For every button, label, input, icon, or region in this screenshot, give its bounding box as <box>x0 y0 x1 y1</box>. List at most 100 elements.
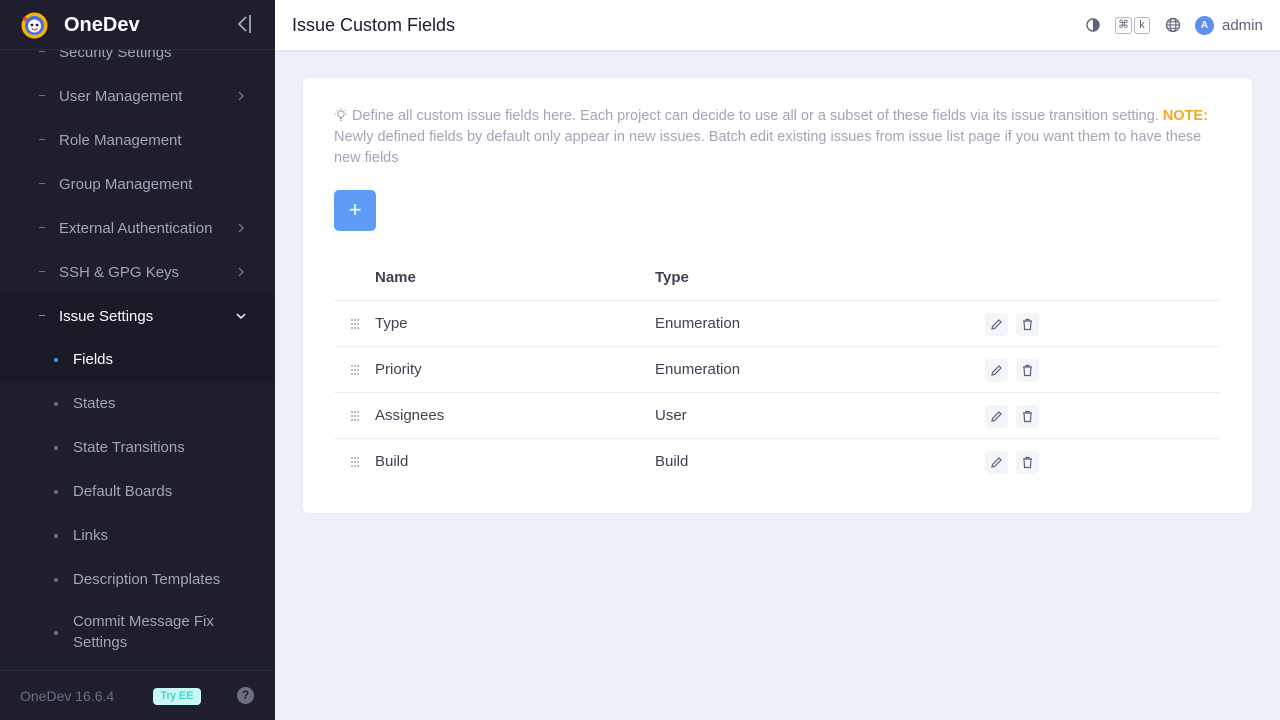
fields-card: Define all custom issue fields here. Eac… <box>303 78 1252 513</box>
sidebar-subitem-state-transitions[interactable]: State Transitions <box>0 426 275 470</box>
tip-note: NOTE: <box>1162 108 1208 124</box>
sidebar-subitem-label: Links <box>73 527 109 544</box>
field-type: Enumeration <box>655 361 741 378</box>
bullet-dot-icon <box>54 358 58 362</box>
pencil-icon <box>991 365 1002 376</box>
sidebar: OneDev Security Settings User Management… <box>0 0 275 720</box>
sidebar-subitem-default-boards[interactable]: Default Boards <box>0 470 275 514</box>
delete-button[interactable] <box>1016 359 1039 382</box>
pencil-icon <box>991 411 1002 422</box>
sidebar-subitem-description-templates[interactable]: Description Templates <box>0 558 275 602</box>
bullet-dash-icon <box>39 95 45 96</box>
collapse-sidebar-icon[interactable] <box>234 13 254 35</box>
edit-button[interactable] <box>985 313 1008 336</box>
sidebar-item-ssh-gpg-keys[interactable]: SSH & GPG Keys <box>0 250 275 294</box>
edit-button[interactable] <box>985 359 1008 382</box>
sidebar-subitem-label: Description Templates <box>73 571 221 588</box>
add-field-button[interactable]: + <box>334 190 376 231</box>
bullet-dot-icon <box>54 534 58 538</box>
tip-rest: Newly defined fields by default only app… <box>334 129 1202 166</box>
sidebar-subitem-label: State Transitions <box>73 439 185 456</box>
table-row: Type Enumeration <box>334 301 1220 347</box>
sidebar-subitem-label: States <box>73 395 116 412</box>
sidebar-subitem-label: Default Boards <box>73 483 173 500</box>
try-ee-badge[interactable]: Try EE <box>153 688 201 705</box>
sidebar-subitem-states[interactable]: States <box>0 382 275 426</box>
trash-icon <box>1023 364 1032 377</box>
bullet-dot-icon <box>54 490 58 494</box>
fields-table: Name Type Type Enumeration Priority Enum… <box>334 254 1220 485</box>
edit-button[interactable] <box>985 451 1008 474</box>
field-name[interactable]: Type <box>375 315 408 332</box>
chevron-down-icon <box>236 313 246 320</box>
sidebar-item-external-authentication[interactable]: External Authentication <box>0 206 275 250</box>
sidebar-item-label: Group Management <box>59 175 193 193</box>
help-tip: Define all custom issue fields here. Eac… <box>334 106 1219 169</box>
pencil-icon <box>991 457 1002 468</box>
bullet-dot-icon <box>54 578 58 582</box>
sidebar-footer: OneDev 16.6.4 Try EE ? <box>0 670 275 720</box>
shortcut-cmd-key[interactable]: ⌘ <box>1115 17 1132 34</box>
field-type: Enumeration <box>655 315 741 332</box>
sidebar-item-role-management[interactable]: Role Management <box>0 118 275 162</box>
bullet-dash-icon <box>39 183 45 184</box>
drag-handle-icon[interactable] <box>350 410 360 422</box>
sidebar-item-label: User Management <box>59 87 183 105</box>
field-name[interactable]: Priority <box>375 361 422 378</box>
chevron-right-icon <box>238 223 245 233</box>
sidebar-item-issue-settings[interactable]: Issue Settings <box>0 294 275 338</box>
drag-handle-icon[interactable] <box>350 318 360 330</box>
delete-button[interactable] <box>1016 451 1039 474</box>
field-name[interactable]: Build <box>375 453 408 470</box>
sidebar-item-group-management[interactable]: Group Management <box>0 162 275 206</box>
drag-handle-icon[interactable] <box>350 364 360 376</box>
bullet-dash-icon <box>39 271 45 272</box>
table-row: Assignees User <box>334 393 1220 439</box>
field-type: Build <box>655 453 689 470</box>
table-row: Priority Enumeration <box>334 347 1220 393</box>
theme-toggle-icon[interactable] <box>1086 18 1100 32</box>
bullet-dash-icon <box>39 51 45 52</box>
topbar: Issue Custom Fields ⌘ k A admin <box>275 0 1280 50</box>
brand-name: OneDev <box>64 14 140 36</box>
sidebar-item-label: External Authentication <box>59 219 213 237</box>
bullet-dot-icon <box>54 631 58 635</box>
trash-icon <box>1023 456 1032 469</box>
bullet-dot-icon <box>54 402 58 406</box>
trash-icon <box>1023 410 1032 423</box>
sidebar-subitem-fields[interactable]: Fields <box>0 338 275 382</box>
sidebar-item-label: SSH & GPG Keys <box>59 263 180 281</box>
avatar[interactable]: A <box>1195 16 1214 35</box>
sidebar-item-label: Security Settings <box>59 50 172 61</box>
delete-button[interactable] <box>1016 313 1039 336</box>
brand: OneDev <box>0 0 275 50</box>
edit-button[interactable] <box>985 405 1008 428</box>
sidebar-item-label: Role Management <box>59 131 182 149</box>
shortcut-k-key[interactable]: k <box>1134 17 1150 34</box>
drag-handle-icon[interactable] <box>350 456 360 468</box>
onedev-logo-icon[interactable] <box>20 11 49 40</box>
tip-text: Define all custom issue fields here. Eac… <box>352 108 1159 124</box>
help-icon[interactable]: ? <box>237 687 254 704</box>
username-label[interactable]: admin <box>1222 17 1263 34</box>
sidebar-subitem-links[interactable]: Links <box>0 514 275 558</box>
bullet-dash-icon <box>39 315 45 316</box>
pencil-icon <box>991 319 1002 330</box>
bullet-dash-icon <box>39 227 45 228</box>
table-row: Build Build <box>334 439 1220 485</box>
sidebar-item-security-settings[interactable]: Security Settings <box>0 50 275 74</box>
field-name[interactable]: Assignees <box>375 407 444 424</box>
sidebar-item-label: Issue Settings <box>59 307 154 325</box>
column-header-type: Type <box>655 269 689 286</box>
sidebar-subitem-commit-message-fix-settings[interactable]: Commit Message Fix Settings <box>0 602 275 664</box>
lightbulb-icon <box>335 108 347 121</box>
chevron-right-icon <box>238 267 245 277</box>
table-header: Name Type <box>334 254 1220 301</box>
delete-button[interactable] <box>1016 405 1039 428</box>
sidebar-item-user-management[interactable]: User Management <box>0 74 275 118</box>
column-header-name: Name <box>375 269 416 286</box>
language-globe-icon[interactable] <box>1165 17 1181 33</box>
bullet-dot-icon <box>54 446 58 450</box>
trash-icon <box>1023 318 1032 331</box>
page-title: Issue Custom Fields <box>292 15 456 35</box>
